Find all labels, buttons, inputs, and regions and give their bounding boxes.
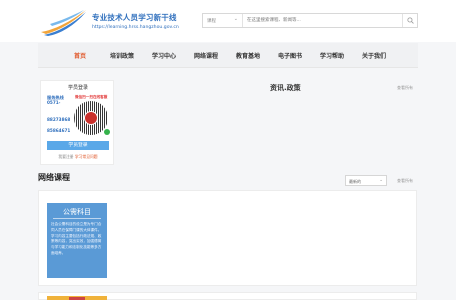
course-card-divider [53, 218, 101, 219]
courses-title: 网络课程 [38, 173, 70, 182]
logo-url: https://learning.hrss.hangzhou.gov.cn [92, 25, 179, 30]
login-card: 学员登录 服务热线 0571- 微信扫一扫在线客服 88273868 85864… [40, 80, 114, 165]
policy-title: 资讯.政策 [270, 84, 301, 92]
faq-link[interactable]: 学习常见问题 [75, 154, 98, 159]
qr-title: 微信扫一扫在线客服 [75, 95, 108, 99]
nav-item-help[interactable]: 学习帮助 [320, 51, 344, 60]
login-help: 我要注册 学习常见问题 [41, 154, 115, 160]
courses-sort-select[interactable]: 最新的 ⌄ [345, 175, 387, 186]
logo-swoosh-icon [41, 10, 86, 36]
search-button[interactable] [402, 14, 417, 27]
courses-more-link[interactable]: 查看所有 [397, 178, 413, 184]
hotline-phone-1: 88273868 [47, 117, 71, 122]
hotline-label: 服务热线 0571- [47, 95, 64, 106]
nav-item-online-courses[interactable]: 网络课程 [194, 51, 218, 60]
nav-item-education-base[interactable]: 教育基地 [236, 51, 260, 60]
course-card-title: 公需科目 [63, 208, 91, 216]
wechat-icon [104, 129, 110, 135]
login-title: 学员登录 [67, 85, 88, 91]
courses-sort-label: 最新的 [349, 179, 361, 184]
course-card-description: 社会公需科目的设立是为专门合同人员在保障门课的大体课件。学习内容主要包括行政法规… [51, 222, 102, 255]
hotline-prefix: 0571- [47, 100, 61, 106]
qr-logo [84, 111, 98, 125]
courses-panel: 公需科目 社会公需科目的设立是为专门合同人员在保障门课的大体课件。学习内容主要包… [38, 190, 417, 286]
register-link[interactable]: 我要注册 [58, 154, 73, 159]
main-nav: 首页 培训政策 学习中心 网络课程 教育基地 电子图书 学习帮助 关于我们 [38, 43, 418, 68]
next-section-panel [38, 292, 417, 300]
chevron-down-icon: ⌄ [379, 178, 383, 183]
logo-title: 专业技术人员学习新干线 [92, 13, 177, 22]
course-card-public[interactable]: 公需科目 社会公需科目的设立是为专门合同人员在保障门课的大体课件。学习内容主要包… [47, 203, 107, 278]
nav-item-home[interactable]: 首页 [74, 51, 86, 60]
nav-item-about[interactable]: 关于我们 [362, 51, 386, 60]
nav-item-ebooks[interactable]: 电子图书 [278, 51, 302, 60]
policy-more-link[interactable]: 查看所有 [397, 85, 413, 91]
nav-item-training-policy[interactable]: 培训政策 [110, 51, 134, 60]
chevron-down-icon: ⌄ [233, 16, 238, 22]
search-icon [406, 17, 414, 24]
site-logo[interactable]: 专业技术人员学习新干线 https://learning.hrss.hangzh… [40, 6, 200, 38]
search-category-label: 课程 [207, 18, 216, 24]
search-input[interactable] [245, 14, 400, 27]
banner-image[interactable] [47, 296, 107, 300]
site-header: 专业技术人员学习新干线 https://learning.hrss.hangzh… [0, 0, 456, 42]
nav-item-learning-center[interactable]: 学习中心 [152, 51, 176, 60]
search-bar: 课程 ⌄ [202, 13, 418, 28]
login-button[interactable]: 学员登录 [47, 141, 109, 150]
search-category-select[interactable]: 课程 ⌄ [203, 14, 243, 27]
hotline-phone-2: 85864671 [47, 128, 71, 133]
